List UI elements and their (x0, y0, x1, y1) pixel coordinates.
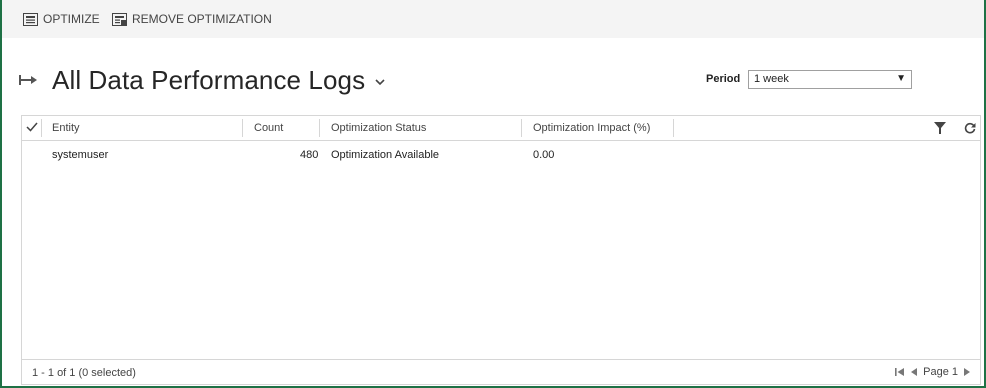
pin-icon[interactable] (18, 72, 38, 88)
next-page-icon[interactable] (962, 367, 972, 377)
optimize-icon (23, 12, 38, 26)
column-header-optimization-status[interactable]: Optimization Status (331, 122, 426, 134)
column-separator (673, 119, 674, 137)
table-row[interactable]: systemuser 480 Optimization Available 0.… (22, 144, 980, 166)
remove-optimization-label: REMOVE OPTIMIZATION (132, 12, 272, 26)
period-label: Period (706, 73, 741, 85)
previous-page-icon[interactable] (909, 367, 919, 377)
column-header-optimization-impact[interactable]: Optimization Impact (%) (533, 122, 650, 134)
refresh-icon[interactable] (964, 122, 976, 134)
view-header: All Data Performance Logs (18, 62, 386, 98)
period-selected-value: 1 week (754, 73, 789, 85)
chevron-down-icon[interactable] (374, 76, 386, 88)
cell-count: 480 (300, 149, 319, 161)
page-indicator: Page 1 (923, 366, 958, 378)
remove-optimization-button[interactable]: REMOVE OPTIMIZATION (112, 10, 272, 28)
pager: Page 1 (895, 366, 972, 378)
period-select[interactable]: 1 week ▼ (748, 70, 912, 89)
grid-header: Entity Count Optimization Status Optimiz… (22, 116, 980, 141)
dropdown-arrow-icon: ▼ (896, 73, 906, 84)
filter-icon[interactable] (934, 122, 946, 134)
view-title[interactable]: All Data Performance Logs (52, 65, 365, 96)
cell-optimization-status: Optimization Available (331, 149, 440, 161)
first-page-icon[interactable] (895, 367, 905, 377)
command-bar: OPTIMIZE REMOVE OPTIMIZATION (2, 0, 984, 38)
remove-optimization-icon (112, 12, 127, 26)
cell-entity[interactable]: systemuser (52, 149, 108, 161)
optimize-button[interactable]: OPTIMIZE (23, 10, 100, 28)
grid-footer: 1 - 1 of 1 (0 selected) Page 1 (22, 359, 980, 384)
record-count: 1 - 1 of 1 (0 selected) (32, 367, 136, 379)
select-all-checkmark-icon[interactable] (25, 120, 39, 134)
column-header-entity[interactable]: Entity (52, 122, 80, 134)
data-grid: Entity Count Optimization Status Optimiz… (21, 115, 981, 385)
column-separator (41, 119, 42, 137)
optimize-label: OPTIMIZE (43, 12, 100, 26)
column-separator (242, 119, 243, 137)
column-header-count[interactable]: Count (254, 122, 283, 134)
column-separator (521, 119, 522, 137)
cell-optimization-impact: 0.00 (533, 149, 555, 161)
column-separator (319, 119, 320, 137)
